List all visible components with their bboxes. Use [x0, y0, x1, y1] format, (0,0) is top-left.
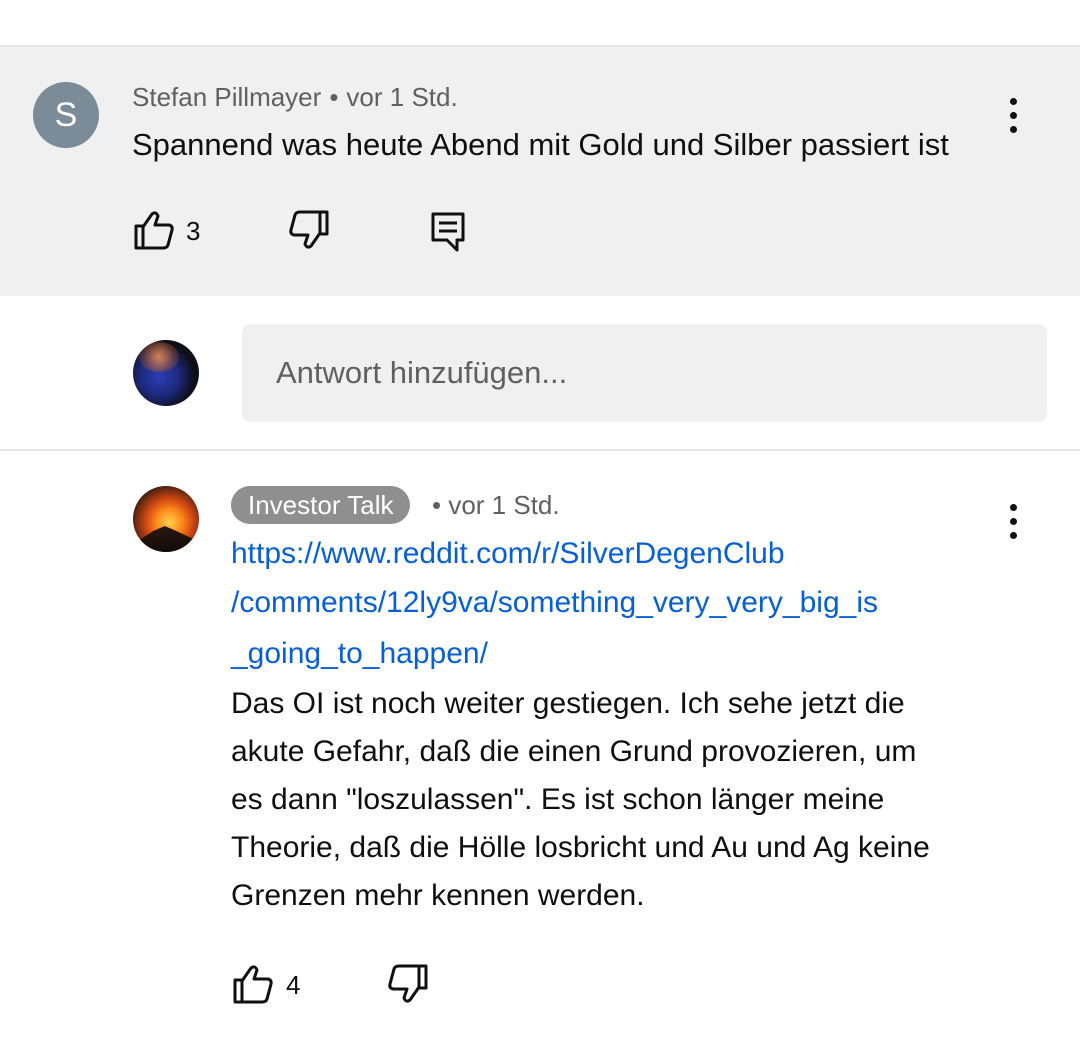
meta-separator: •	[329, 82, 339, 112]
top-bar	[0, 0, 1080, 46]
more-vert-icon[interactable]	[994, 92, 1034, 140]
comment-text: Spannend was heute Abend mit Gold und Si…	[132, 127, 949, 162]
avatar[interactable]	[133, 486, 199, 552]
more-vert-icon[interactable]	[994, 498, 1034, 546]
dislike-icon[interactable]	[386, 962, 430, 1006]
comment-text-line: es dann "loszulassen". Es ist schon läng…	[231, 783, 885, 816]
comment-link-line[interactable]: _going_to_happen/	[231, 637, 488, 671]
comment-text-line: Theorie, daß die Hölle losbricht und Au …	[231, 831, 930, 864]
like-icon[interactable]	[231, 962, 275, 1006]
divider	[0, 449, 1080, 451]
comment-time: vor 1 Std.	[346, 82, 458, 112]
avatar[interactable]	[133, 340, 199, 406]
channel-badge[interactable]: Investor Talk	[231, 486, 411, 524]
meta-separator: •	[432, 490, 442, 520]
dislike-icon[interactable]	[287, 208, 331, 252]
reply-input[interactable]: Antwort hinzufügen...	[242, 324, 1047, 422]
comment-text-line: akute Gefahr, daß die einen Grund provoz…	[231, 735, 917, 768]
comment-meta: Stefan Pillmayer • vor 1 Std.	[132, 82, 458, 113]
close-icon[interactable]	[1004, 0, 1044, 6]
comment-text-line: Grenzen mehr kennen werden.	[231, 879, 645, 912]
comment-time: vor 1 Std.	[448, 490, 560, 520]
like-icon[interactable]	[132, 208, 176, 252]
avatar[interactable]: S	[33, 82, 99, 148]
like-count: 3	[186, 216, 201, 246]
reply-icon[interactable]	[427, 210, 471, 254]
comment-link-line[interactable]: /comments/12ly9va/something_very_very_bi…	[231, 586, 878, 620]
comment-author[interactable]: Stefan Pillmayer	[132, 82, 321, 112]
comment-text-line: Das OI ist noch weiter gestiegen. Ich se…	[231, 687, 905, 720]
comment-link-line[interactable]: https://www.reddit.com/r/SilverDegenClub	[231, 537, 785, 571]
comment-meta: • vor 1 Std.	[432, 490, 560, 521]
like-count: 4	[286, 970, 301, 1000]
